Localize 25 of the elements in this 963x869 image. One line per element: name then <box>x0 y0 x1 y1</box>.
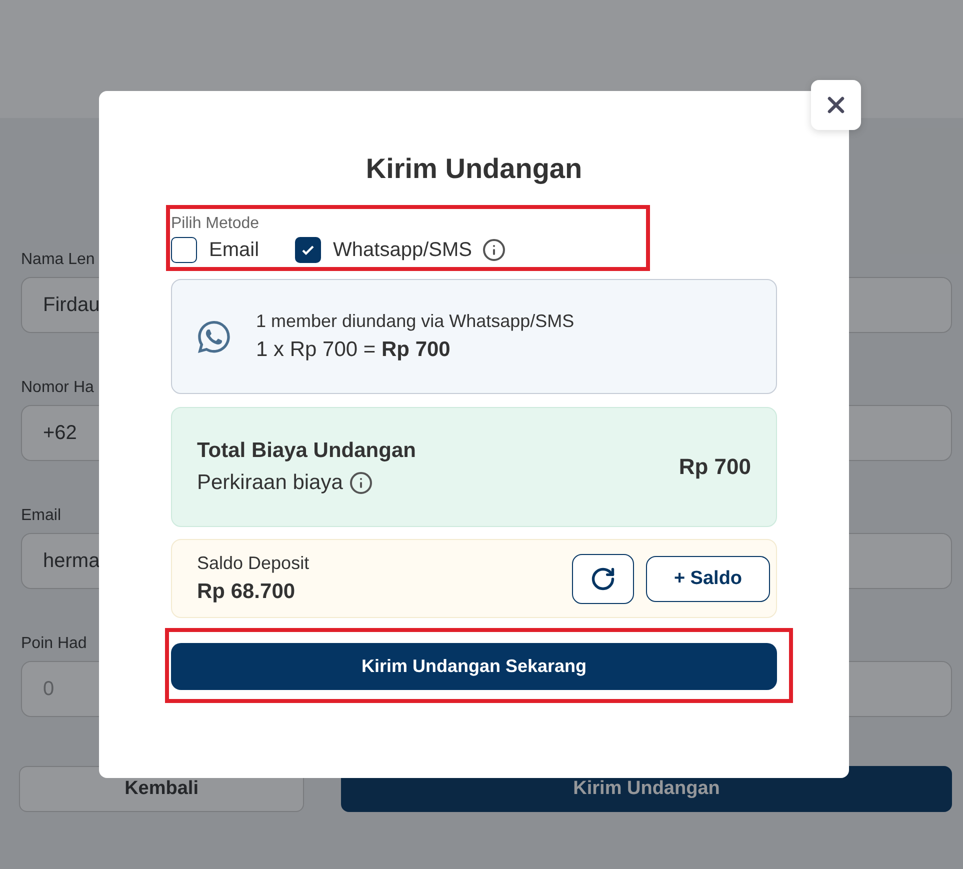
field-label: Nomor Ha <box>21 379 94 397</box>
option-label: Whatsapp/SMS <box>333 238 472 262</box>
total-amount: Rp 700 <box>678 454 751 480</box>
checkbox[interactable] <box>295 237 322 263</box>
total-title: Total Biaya Undangan <box>197 439 417 463</box>
deposit-label: Saldo Deposit <box>197 553 310 574</box>
info-icon[interactable] <box>482 238 506 262</box>
chat-phone-icon <box>198 320 230 352</box>
method-label: Pilih Metode <box>171 215 260 233</box>
dialog-title: Kirim Undangan <box>364 153 584 185</box>
field-label: Poin Had <box>21 635 87 653</box>
close-button[interactable] <box>811 80 861 130</box>
field-label: Email <box>21 507 62 525</box>
add-balance-button[interactable]: + Saldo <box>646 556 770 602</box>
checkbox[interactable] <box>171 237 197 263</box>
send-invitation-button[interactable]: Kirim Undangan Sekarang <box>171 643 777 690</box>
summary-line: 1 member diundang via Whatsapp/SMS <box>256 311 576 332</box>
field-label: Nama Len <box>21 251 95 269</box>
refresh-icon <box>590 566 616 592</box>
total-subtitle: Perkiraan biaya <box>197 471 343 495</box>
cost-calculation: 1 x Rp 700 = Rp 700 <box>256 338 452 362</box>
option-label: Email <box>209 238 260 262</box>
deposit-amount: Rp 68.700 <box>197 580 296 604</box>
refresh-button[interactable] <box>572 554 634 604</box>
info-icon[interactable] <box>348 471 373 495</box>
